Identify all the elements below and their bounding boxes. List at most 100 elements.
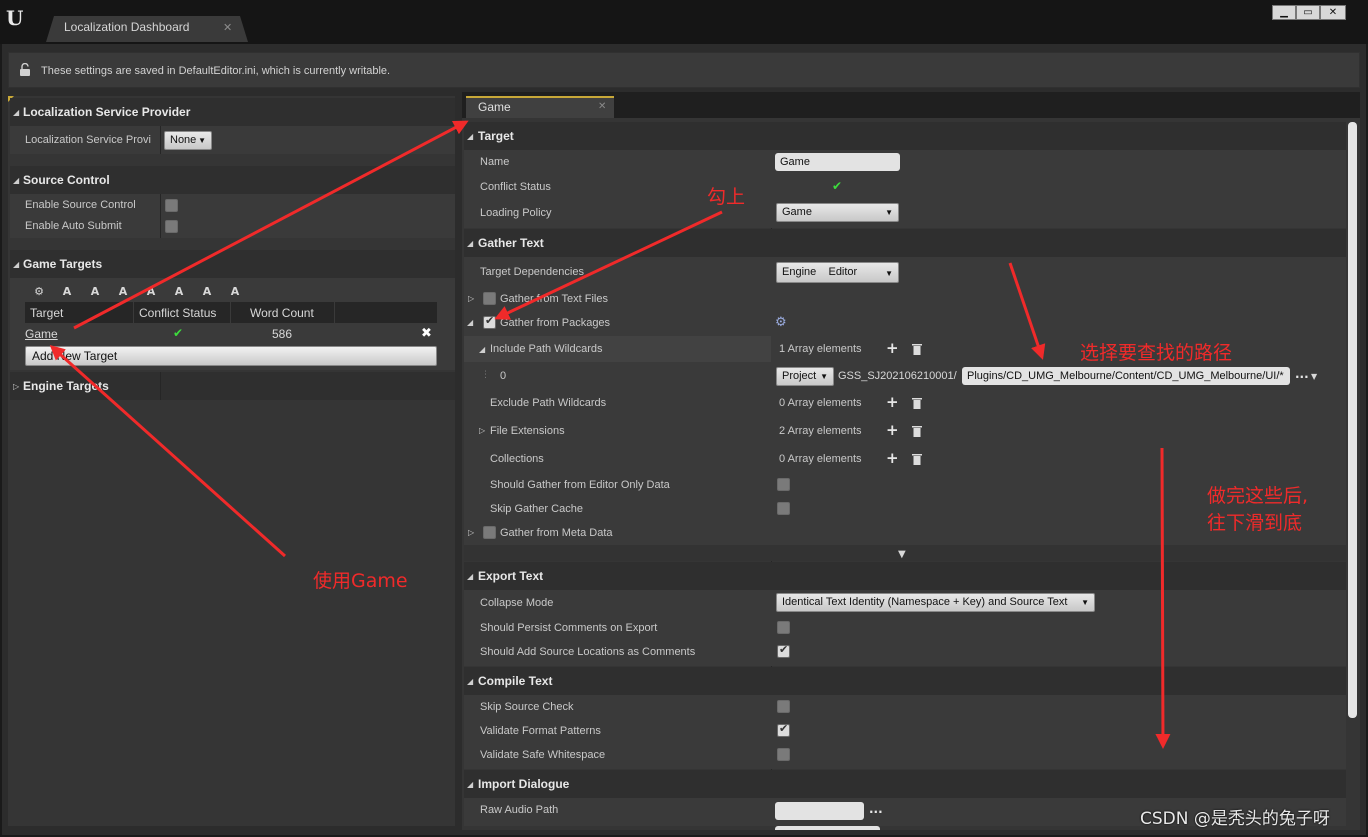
skip-source-check-checkbox[interactable] bbox=[777, 700, 790, 713]
path-prefix: GSS_SJ202106210001/ bbox=[838, 370, 957, 382]
add-new-target-button[interactable]: Add New Target bbox=[25, 346, 437, 366]
collapse-triangle-icon[interactable]: ◢ bbox=[467, 572, 473, 581]
gather-meta-data-checkbox[interactable] bbox=[483, 526, 496, 539]
persist-comments-checkbox[interactable] bbox=[777, 621, 790, 634]
editor-only-data-checkbox[interactable] bbox=[777, 478, 790, 491]
more-options-icon[interactable]: ... bbox=[1295, 367, 1309, 381]
gather-text-files-checkbox[interactable] bbox=[483, 292, 496, 305]
section-import-dialogue[interactable] bbox=[464, 770, 1346, 798]
trash-icon[interactable] bbox=[912, 425, 922, 437]
collapse-triangle-icon[interactable]: ◢ bbox=[467, 677, 473, 686]
close-window-button[interactable]: ✕ bbox=[1320, 5, 1346, 20]
raw-audio-path-input[interactable] bbox=[775, 802, 864, 820]
raw-audio-path-label: Raw Audio Path bbox=[480, 804, 559, 816]
next-row-input[interactable] bbox=[775, 826, 880, 830]
export-text-icon[interactable]: A bbox=[143, 284, 159, 300]
import-dialogue-icon[interactable]: A bbox=[171, 284, 187, 300]
annotation-after-line-1: 做完这些后, bbox=[1207, 485, 1309, 507]
section-title: Compile Text bbox=[478, 674, 553, 688]
count-words-icon[interactable]: A bbox=[199, 284, 215, 300]
tab-close-icon[interactable]: ✕ bbox=[598, 101, 606, 112]
add-element-icon[interactable]: + bbox=[886, 393, 899, 411]
collapse-triangle-icon[interactable]: ◢ bbox=[467, 318, 473, 327]
maximize-button[interactable]: ▭ bbox=[1296, 5, 1320, 20]
section-title: Export Text bbox=[478, 569, 544, 583]
enable-source-control-checkbox[interactable] bbox=[165, 199, 178, 212]
validate-whitespace-checkbox[interactable] bbox=[777, 748, 790, 761]
expand-triangle-icon[interactable]: ▷ bbox=[468, 528, 474, 537]
column-header-target[interactable]: Target bbox=[30, 306, 63, 320]
document-tab-close-icon[interactable]: ✕ bbox=[223, 21, 232, 34]
gather-meta-data-label: Gather from Meta Data bbox=[500, 527, 613, 539]
path-root-value: Project bbox=[782, 370, 817, 382]
browse-icon[interactable]: ... bbox=[869, 802, 883, 816]
compile-text-icon[interactable]: A bbox=[227, 284, 243, 300]
expand-triangle-icon[interactable]: ▷ bbox=[468, 294, 474, 303]
drag-handle-icon[interactable]: ⋮ bbox=[481, 370, 490, 380]
tab-game-label: Game bbox=[478, 100, 511, 114]
watermark: CSDN @是秃头的兔子呀 bbox=[1140, 809, 1330, 829]
expand-triangle-icon[interactable]: ▷ bbox=[13, 382, 19, 391]
translation-picker-icon[interactable]: A bbox=[87, 284, 103, 300]
column-header-conflict-status[interactable]: Conflict Status bbox=[139, 306, 216, 320]
collapse-triangle-icon[interactable]: ◢ bbox=[13, 108, 19, 117]
collapse-triangle-icon[interactable]: ◢ bbox=[479, 345, 485, 354]
persist-comments-label: Should Persist Comments on Export bbox=[480, 622, 658, 634]
skip-gather-cache-label: Skip Gather Cache bbox=[490, 503, 583, 515]
expand-advanced-icon[interactable]: ▼ bbox=[898, 549, 906, 560]
section-title: Gather Text bbox=[478, 236, 544, 250]
info-bar-text: These settings are saved in DefaultEdito… bbox=[41, 65, 391, 77]
unreal-logo-icon: U bbox=[6, 6, 23, 30]
name-input[interactable]: Game bbox=[775, 153, 900, 171]
collapse-triangle-icon[interactable]: ◢ bbox=[13, 176, 19, 185]
target-dependencies-dropdown[interactable]: Engine Editor ▼ bbox=[776, 262, 899, 283]
name-label: Name bbox=[480, 156, 510, 168]
trash-icon[interactable] bbox=[912, 343, 922, 355]
editor-only-data-label: Should Gather from Editor Only Data bbox=[490, 479, 670, 491]
delete-target-icon[interactable]: ✖ bbox=[421, 326, 432, 341]
skip-source-check-label: Skip Source Check bbox=[480, 701, 574, 713]
collapse-triangle-icon[interactable]: ◢ bbox=[13, 260, 19, 269]
gather-packages-checkbox[interactable] bbox=[483, 314, 496, 329]
collapse-mode-dropdown[interactable]: Identical Text Identity (Namespace + Key… bbox=[776, 593, 1095, 612]
section-target[interactable] bbox=[464, 122, 1346, 150]
column-header-word-count[interactable]: Word Count bbox=[250, 306, 314, 320]
enable-auto-submit-checkbox[interactable] bbox=[165, 220, 178, 233]
collapse-triangle-icon[interactable]: ◢ bbox=[467, 780, 473, 789]
lsp-dropdown[interactable]: None ▼ bbox=[164, 131, 212, 150]
chevron-down-icon: ▼ bbox=[1081, 598, 1089, 607]
include-path-input[interactable]: Plugins/CD_UMG_Melbourne/Content/CD_UMG_… bbox=[962, 367, 1290, 385]
add-element-icon[interactable]: + bbox=[886, 449, 899, 467]
lsp-dropdown-value: None bbox=[170, 134, 197, 146]
vertical-scrollbar[interactable] bbox=[1348, 122, 1357, 718]
chevron-down-icon[interactable]: ▼ bbox=[1311, 372, 1317, 381]
add-element-icon[interactable]: + bbox=[886, 339, 899, 357]
gather-settings-icon[interactable]: ⚙ bbox=[775, 315, 787, 330]
skip-gather-cache-checkbox[interactable] bbox=[777, 502, 790, 515]
array-index: 0 bbox=[500, 370, 507, 382]
loading-policy-label: Loading Policy bbox=[480, 207, 552, 219]
trash-icon[interactable] bbox=[912, 453, 922, 465]
expand-triangle-icon[interactable]: ▷ bbox=[479, 426, 485, 435]
collapse-triangle-icon[interactable]: ◢ bbox=[467, 239, 473, 248]
section-gather-text[interactable] bbox=[464, 229, 1346, 257]
path-root-dropdown[interactable]: Project ▼ bbox=[776, 367, 834, 386]
import-text-icon[interactable]: A bbox=[115, 284, 131, 300]
add-source-locations-checkbox[interactable] bbox=[777, 643, 790, 658]
collapse-triangle-icon[interactable]: ◢ bbox=[467, 132, 473, 141]
validate-format-checkbox[interactable] bbox=[777, 722, 790, 737]
section-title: Source Control bbox=[23, 173, 110, 187]
gather-text-icon[interactable]: ⚙ bbox=[31, 284, 47, 300]
section-compile-text[interactable] bbox=[464, 667, 1346, 695]
loading-policy-dropdown[interactable]: Game ▼ bbox=[776, 203, 899, 222]
add-element-icon[interactable]: + bbox=[886, 421, 899, 439]
target-game-link[interactable]: Game bbox=[25, 327, 58, 341]
include-array-count: 1 Array elements bbox=[779, 343, 862, 355]
section-export-text[interactable] bbox=[464, 562, 1346, 590]
trash-icon[interactable] bbox=[912, 397, 922, 409]
edit-translations-icon[interactable]: A bbox=[59, 284, 75, 300]
minimize-button[interactable]: ▁ bbox=[1272, 5, 1296, 20]
validate-whitespace-label: Validate Safe Whitespace bbox=[480, 749, 606, 761]
collections-label: Collections bbox=[490, 453, 544, 465]
section-title: Target bbox=[478, 129, 514, 143]
